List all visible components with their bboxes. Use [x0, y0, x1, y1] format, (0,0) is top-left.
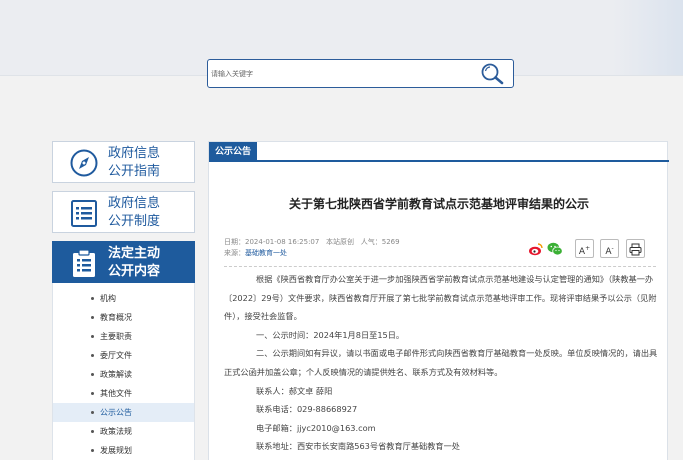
- sidebar-card-system-line1: 政府信息: [108, 196, 161, 211]
- contact-person: 联系人：郝文卓 薛阳: [256, 385, 333, 396]
- sidebar-item-label: 主要职责: [100, 332, 132, 341]
- left-sidebar: 政府信息 公开指南 政府信息 公开制度 法定主动 公开内容 机构 教育概况 主要…: [52, 141, 195, 460]
- site-original: 本站原创: [326, 238, 355, 246]
- sidebar-card-content-line2: 公开内容: [108, 264, 161, 279]
- source-label: 来源：: [224, 249, 245, 257]
- sidebar-card-system-line2: 公开制度: [108, 214, 161, 229]
- paragraph-3: 二、公示期间如有异议，请以书面或电子邮件形式向陕西省教育厅基础教育一处反映。单位…: [224, 348, 658, 377]
- article-panel: 公示公告 关于第七批陕西省学前教育试点示范基地评审结果的公示 日期：2024-0…: [208, 141, 669, 460]
- sidebar-card-guide-line2: 公开指南: [108, 164, 161, 179]
- weibo-icon[interactable]: [528, 241, 544, 257]
- compass-icon: [70, 149, 98, 177]
- font-decrease-button[interactable]: A-: [600, 239, 619, 258]
- view-count: 5269: [381, 238, 400, 246]
- font-increase-button[interactable]: A+: [575, 239, 594, 258]
- sidebar-item-documents[interactable]: 委厅文件: [53, 346, 194, 365]
- sidebar-card-system[interactable]: 政府信息 公开制度: [52, 191, 195, 233]
- sidebar-item-label: 教育概况: [100, 313, 132, 322]
- wechat-icon[interactable]: [547, 241, 563, 257]
- paragraph-1: 根据《陕西省教育厅办公室关于进一步加强陕西省学前教育试点示范基地建设与认定管理的…: [224, 274, 657, 322]
- article-meta: 日期：2024-01-08 16:25:07 本站原创 人气：5269 来源：基…: [224, 237, 656, 267]
- sidebar-item-label: 委厅文件: [100, 351, 132, 360]
- article-tools: A+ A-: [526, 239, 656, 261]
- sidebar-item-label: 政策法规: [100, 427, 132, 436]
- contact-address: 联系地址：西安市长安南路563号省教育厅基础教育一处: [256, 441, 460, 452]
- views-label: 人气：: [360, 238, 382, 246]
- clipboard-list-icon: [73, 249, 95, 277]
- publish-date: 2024-01-08 16:25:07: [245, 238, 320, 246]
- contact-email[interactable]: 电子邮箱：jjyc2010@163.com: [224, 419, 660, 438]
- sidebar-item-label: 公示公告: [100, 408, 132, 417]
- sidebar-item-label: 政策解读: [100, 370, 132, 379]
- sidebar-item-overview[interactable]: 教育概况: [53, 308, 194, 327]
- sidebar-item-other-files[interactable]: 其他文件: [53, 384, 194, 403]
- contact-phone: 联系电话：029-88668927: [256, 404, 358, 415]
- sidebar-subnav: 机构 教育概况 主要职责 委厅文件 政策解读 其他文件 公示公告 政策法规 发展…: [52, 283, 195, 460]
- sidebar-card-guide-line1: 政府信息: [108, 146, 161, 161]
- sidebar-card-guide[interactable]: 政府信息 公开指南: [52, 141, 195, 183]
- document-list-icon: [71, 200, 97, 227]
- top-banner-edge: [613, 0, 683, 76]
- search-button[interactable]: [479, 62, 505, 86]
- sidebar-item-label: 发展规划: [100, 446, 132, 455]
- sidebar-item-planning[interactable]: 发展规划: [53, 441, 194, 460]
- section-header: 公示公告: [209, 142, 669, 162]
- sidebar-item-regulations[interactable]: 政策法规: [53, 422, 194, 441]
- paragraph-2: 一、公示时间：2024年1月8日至15日。: [256, 329, 405, 340]
- sidebar-item-label: 其他文件: [100, 389, 132, 398]
- article-title: 关于第七批陕西省学前教育试点示范基地评审结果的公示: [288, 197, 589, 211]
- sidebar-card-content[interactable]: 法定主动 公开内容: [52, 241, 195, 283]
- article-body: 根据《陕西省教育厅办公室关于进一步加强陕西省学前教育试点示范基地建设与认定管理的…: [224, 270, 660, 456]
- search-icon: [481, 63, 504, 85]
- source-link[interactable]: 基础教育一处: [245, 249, 287, 257]
- search-input[interactable]: [211, 66, 471, 82]
- sidebar-item-announcements[interactable]: 公示公告: [53, 403, 194, 422]
- search-box: [207, 59, 514, 88]
- sidebar-item-duties[interactable]: 主要职责: [53, 327, 194, 346]
- sidebar-card-content-line1: 法定主动: [108, 246, 161, 261]
- print-button[interactable]: [626, 239, 645, 258]
- sidebar-item-interpretation[interactable]: 政策解读: [53, 365, 194, 384]
- sidebar-item-org[interactable]: 机构: [53, 289, 194, 308]
- date-label: 日期：: [224, 238, 245, 246]
- sidebar-item-label: 机构: [100, 294, 116, 303]
- section-tag: 公示公告: [209, 142, 258, 162]
- printer-icon: [629, 243, 642, 256]
